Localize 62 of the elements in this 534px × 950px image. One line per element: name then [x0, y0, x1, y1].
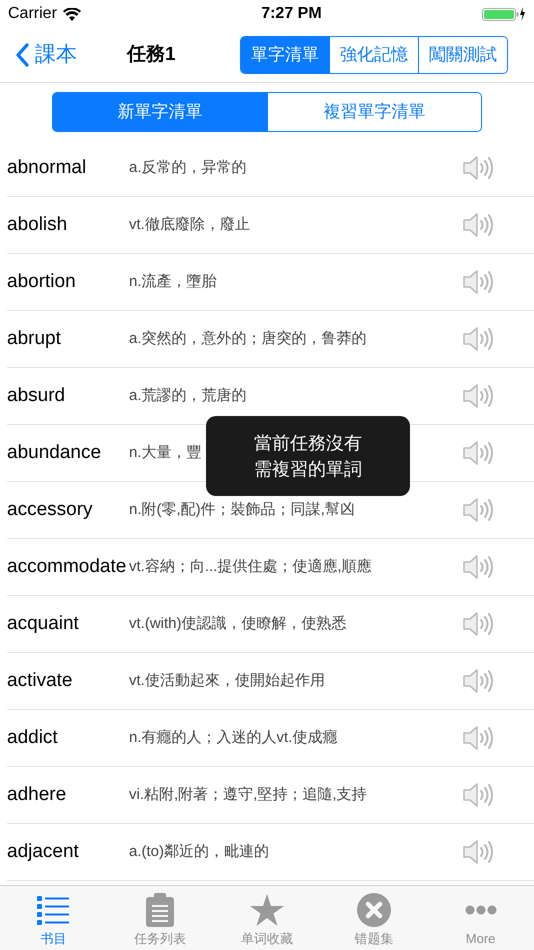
word: accommodate [7, 554, 128, 579]
close-circle-icon [356, 892, 391, 926]
wifi-icon [62, 8, 81, 20]
tab-bar-item[interactable]: 任务列表 [106, 886, 214, 950]
word: abortion [7, 270, 77, 294]
word: adhere [7, 782, 68, 807]
clipboard-icon [145, 892, 176, 926]
toast-message-line: 當前任務沒有 [254, 432, 362, 455]
chevron-left-icon [15, 43, 29, 67]
word: adjacent [7, 840, 80, 864]
definition: n.大量，豐 [129, 442, 202, 463]
speaker-icon[interactable] [462, 668, 494, 694]
definition: a.(to)鄰近的，毗連的 [129, 842, 270, 862]
definition: n.有癮的人；入迷的人vt.使成癮 [129, 728, 338, 748]
word: abundance [7, 440, 102, 465]
definition: vi.粘附,附著；遵守,堅持；追隨,支持 [129, 784, 367, 805]
word: acquaint [7, 612, 80, 636]
definition: vt.徹底廢除，廢止 [129, 214, 250, 235]
word: abrupt [7, 326, 62, 351]
back-button[interactable]: 課本 [15, 39, 77, 71]
speaker-icon[interactable] [462, 326, 494, 352]
tab-bar-item[interactable]: 单词收藏 [214, 886, 320, 950]
definition: a.荒謬的，荒唐的 [129, 386, 247, 406]
tab-bar-item[interactable]: 错题集 [320, 886, 428, 950]
word: abolish [7, 212, 68, 237]
more-icon [464, 904, 497, 914]
speaker-icon[interactable] [462, 782, 494, 808]
battery-icon [482, 6, 526, 22]
definition: n.附(零,配)件；裝飾品；同謀,幫凶 [129, 500, 355, 520]
word: addict [7, 726, 59, 750]
star-icon [250, 894, 284, 926]
segment-tab[interactable]: 闖關測試 [418, 37, 507, 73]
definition: vt.容納；向...提供住處；使適應,順應 [129, 556, 372, 577]
toast-message-line: 需複習的單詞 [254, 458, 362, 481]
definition: a.反常的，异常的 [129, 158, 247, 178]
definition: vt.使活動起來，使開始起作用 [129, 670, 325, 691]
speaker-icon[interactable] [462, 839, 494, 865]
word: accessory [7, 498, 94, 522]
clock: 7:27 PM [261, 4, 322, 24]
speaker-icon[interactable] [462, 155, 494, 181]
list-tab[interactable]: 複習單字清單 [266, 92, 481, 130]
word: activate [7, 668, 74, 693]
segment-tab[interactable]: 單字清單 [241, 37, 329, 73]
tab-bar-item[interactable]: More [427, 886, 534, 950]
carrier-label: Carrier [8, 4, 57, 24]
list-icon [37, 894, 70, 926]
list-tab[interactable]: 新單字清單 [53, 92, 266, 130]
word: abnormal [7, 156, 88, 180]
tab-bar-item[interactable]: 书目 [0, 886, 107, 950]
definition: n.流產，墮胎 [129, 272, 217, 292]
speaker-icon[interactable] [462, 554, 494, 580]
speaker-icon[interactable] [462, 497, 494, 523]
speaker-icon[interactable] [462, 611, 494, 637]
nav-title: 任務1 [127, 42, 176, 67]
definition: vt.(with)使認識，使瞭解，使熟悉 [129, 614, 346, 634]
speaker-icon[interactable] [462, 440, 494, 466]
speaker-icon[interactable] [462, 383, 494, 409]
definition: a.突然的，意外的；唐突的，鲁莽的 [129, 328, 367, 349]
word: absurd [7, 384, 66, 408]
speaker-icon[interactable] [462, 269, 494, 295]
speaker-icon[interactable] [462, 725, 494, 751]
speaker-icon[interactable] [462, 212, 494, 238]
